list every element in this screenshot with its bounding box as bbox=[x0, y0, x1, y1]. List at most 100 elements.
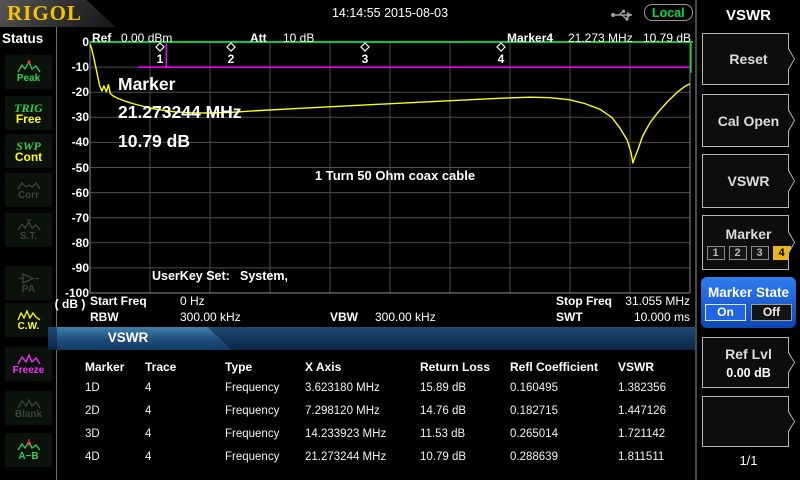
table-cell: 10.79 dB bbox=[420, 451, 510, 463]
cal-open-button[interactable]: Cal Open bbox=[702, 94, 795, 147]
table-cell: Type bbox=[225, 360, 305, 374]
status-peak-label: Peak bbox=[17, 74, 40, 84]
ref-label: Ref bbox=[92, 31, 111, 45]
marker-readout-title: Marker bbox=[118, 74, 175, 95]
marker-state-toggle: On Off bbox=[705, 304, 792, 321]
ref-value: 0.00 dBm bbox=[121, 31, 172, 45]
marker-select-label: Marker bbox=[726, 226, 772, 242]
marker-number-row: 1234 bbox=[707, 246, 791, 260]
status-corr-label: Corr bbox=[18, 191, 39, 201]
att-label: Att bbox=[250, 31, 267, 45]
table-cell: 0.265014 bbox=[510, 428, 618, 440]
marker4-readout-label: Marker4 bbox=[507, 31, 553, 45]
marker-number-3[interactable]: 3 bbox=[751, 246, 769, 260]
a-minus-b-icon bbox=[17, 439, 41, 452]
table-cell: 1.811511 bbox=[618, 451, 695, 463]
reset-button[interactable]: Reset bbox=[702, 33, 795, 85]
table-cell: 3.623180 MHz bbox=[305, 382, 420, 394]
marker-state-off-option[interactable]: Off bbox=[751, 304, 792, 321]
table-cell: Trace bbox=[145, 360, 225, 374]
table-cell: 14.76 dB bbox=[420, 405, 510, 417]
y-tick-label: 0 bbox=[53, 35, 89, 49]
table-cell: 0.288639 bbox=[510, 451, 618, 463]
userkey-value: System, bbox=[240, 269, 288, 283]
y-tick-label: -20 bbox=[53, 85, 89, 99]
table-cell: 2D bbox=[85, 405, 145, 417]
reset-button-label: Reset bbox=[729, 51, 767, 67]
status-trig: TRIG Free bbox=[5, 96, 52, 130]
status-panel-title: Status bbox=[2, 31, 55, 46]
marker-number-1[interactable]: 1 bbox=[707, 246, 725, 260]
table-cell: 4D bbox=[85, 451, 145, 463]
swt-value: 10.000 ms bbox=[600, 310, 690, 324]
vswr-button[interactable]: VSWR bbox=[702, 154, 795, 208]
table-cell: 11.53 dB bbox=[420, 428, 510, 440]
status-blank-label: Blank bbox=[15, 410, 42, 420]
ref-lvl-button[interactable]: Ref Lvl 0.00 dB bbox=[702, 337, 795, 388]
svg-text:1: 1 bbox=[157, 52, 164, 66]
table-cell: 1.721142 bbox=[618, 428, 695, 440]
table-cell: 4 bbox=[145, 451, 225, 463]
table-cell: 1D bbox=[85, 382, 145, 394]
y-tick-label: -60 bbox=[53, 186, 89, 200]
table-cell: 4 bbox=[145, 382, 225, 394]
svg-text:2: 2 bbox=[228, 52, 235, 66]
marker-readout-freq: 21.273244 MHz bbox=[118, 102, 242, 123]
status-blank: Blank bbox=[5, 391, 52, 425]
peak-icon bbox=[17, 60, 41, 74]
table-cell: 3D bbox=[85, 428, 145, 440]
table-cell: 21.273244 MHz bbox=[305, 451, 420, 463]
start-freq-value: 0 Hz bbox=[180, 294, 205, 308]
status-st: S.T. bbox=[5, 213, 52, 247]
att-value: 10 dB bbox=[283, 31, 314, 45]
table-cell: Frequency bbox=[225, 405, 305, 417]
rigol-logo: RIGOL bbox=[7, 1, 82, 26]
marker-state-button[interactable]: Marker State On Off bbox=[701, 277, 796, 328]
local-status-badge: Local bbox=[644, 4, 693, 21]
status-peak: Peak bbox=[5, 55, 52, 89]
table-cell: 1.447126 bbox=[618, 405, 695, 417]
table-row: 2D4Frequency7.298120 MHz14.76 dB0.182715… bbox=[57, 405, 695, 417]
marker-number-2[interactable]: 2 bbox=[729, 246, 747, 260]
rbw-value: 300.00 kHz bbox=[180, 310, 241, 324]
table-cell: 14.233923 MHz bbox=[305, 428, 420, 440]
svg-text:3: 3 bbox=[362, 52, 369, 66]
vswr-tab-bar: VSWR bbox=[48, 327, 695, 350]
table-row: 1D4Frequency3.623180 MHz15.89 dB0.160495… bbox=[57, 382, 695, 394]
y-tick-label: -80 bbox=[53, 236, 89, 250]
st-icon bbox=[17, 219, 41, 232]
vswr-button-label: VSWR bbox=[728, 173, 770, 189]
table-cell: 1.382356 bbox=[618, 382, 695, 394]
marker-state-on-option[interactable]: On bbox=[705, 304, 746, 321]
y-tick-label: -50 bbox=[53, 161, 89, 175]
menu-title: VSWR bbox=[697, 7, 800, 24]
table-cell: 7.298120 MHz bbox=[305, 405, 420, 417]
marker-number-4[interactable]: 4 bbox=[773, 246, 791, 260]
graticule-area: 1234 Ref 0.00 dBm Att 10 dB Marker4 21.2… bbox=[57, 27, 695, 327]
vbw-value: 300.00 kHz bbox=[375, 310, 436, 324]
table-cell: 0.160495 bbox=[510, 382, 618, 394]
status-freeze: Freeze bbox=[5, 347, 52, 381]
empty-softkey-button[interactable] bbox=[702, 396, 795, 447]
table-cell: 4 bbox=[145, 428, 225, 440]
status-swp-label: Cont bbox=[15, 152, 42, 162]
clock-display: 14:14:55 2015-08-03 bbox=[280, 6, 500, 20]
y-tick-label: -40 bbox=[53, 135, 89, 149]
marker-select-button[interactable]: Marker 1234 bbox=[702, 215, 795, 270]
swt-label: SWT bbox=[556, 310, 583, 324]
table-row: 4D4Frequency21.273244 MHz10.79 dB0.28863… bbox=[57, 451, 695, 463]
cal-open-button-label: Cal Open bbox=[718, 113, 779, 129]
status-ab: A−B bbox=[5, 433, 52, 467]
status-swp: SWP Cont bbox=[5, 134, 52, 168]
marker-table: MarkerTraceTypeX AxisReturn LossRefl Coe… bbox=[57, 350, 695, 480]
status-st-label: S.T. bbox=[20, 232, 37, 242]
table-cell: 15.89 dB bbox=[420, 382, 510, 394]
status-trig-label: Free bbox=[16, 114, 41, 124]
status-cw: C.W. bbox=[5, 303, 52, 337]
blank-icon bbox=[17, 397, 41, 410]
ref-lvl-label: Ref Lvl bbox=[725, 346, 772, 362]
table-cell: VSWR bbox=[618, 360, 695, 374]
rbw-label: RBW bbox=[90, 310, 119, 324]
ref-lvl-value: 0.00 dB bbox=[726, 366, 770, 380]
table-cell: X Axis bbox=[305, 360, 420, 374]
